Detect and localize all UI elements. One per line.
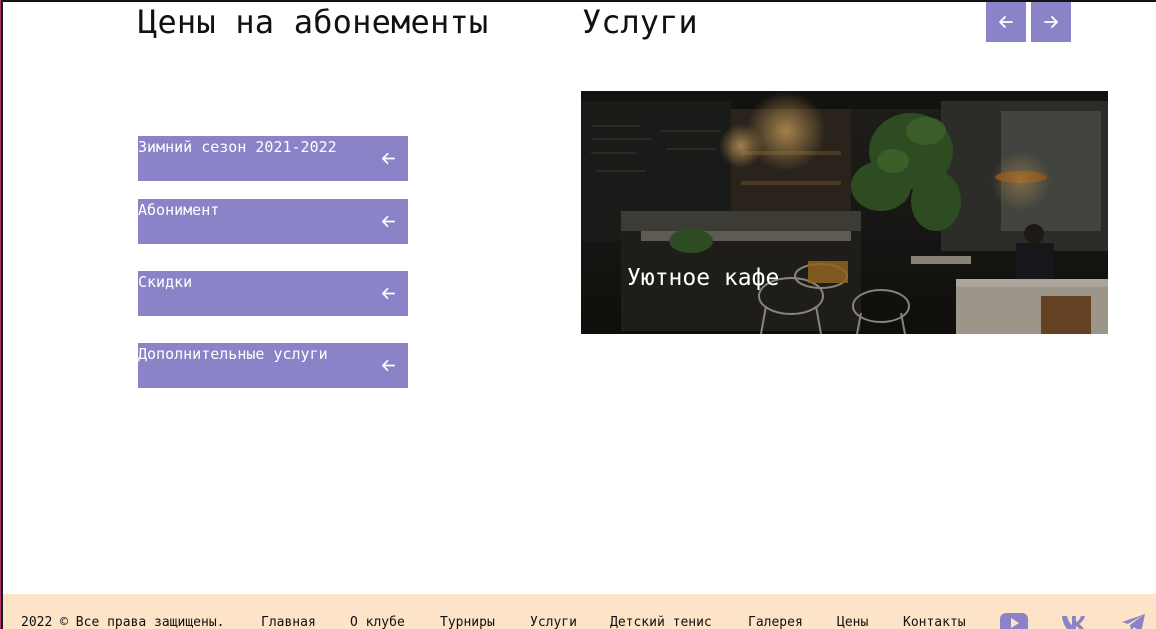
footer-link-about[interactable]: О клубе (350, 615, 405, 629)
footer-link-tournaments[interactable]: Турниры (440, 615, 495, 629)
price-item-winter-season[interactable]: Зимний сезон 2021-2022 (138, 136, 408, 181)
footer-link-gallery[interactable]: Галерея (748, 615, 803, 629)
footer-link-home[interactable]: Главная (261, 615, 316, 629)
copyright-text: 2022 © Все права защищены. (21, 615, 225, 629)
prices-heading: Цены на абонементы (138, 3, 489, 41)
price-item-label: Зимний сезон 2021-2022 (138, 138, 337, 156)
footer-link-prices[interactable]: Цены (837, 615, 868, 629)
youtube-icon[interactable] (999, 611, 1029, 629)
arrow-left-icon (382, 359, 395, 372)
slide-caption: Уютное кафе (627, 265, 780, 291)
footer: 2022 © Все права защищены. Главная О клу… (3, 594, 1156, 629)
telegram-icon[interactable] (1119, 611, 1149, 629)
cafe-photo (581, 91, 1108, 334)
arrow-left-icon (382, 215, 395, 228)
window-left-border (0, 0, 3, 629)
footer-link-contacts[interactable]: Контакты (903, 615, 966, 629)
window-top-border (0, 0, 1156, 2)
arrow-left-icon (382, 152, 395, 165)
arrow-right-icon (1044, 16, 1058, 28)
price-item-label: Дополнительные услуги (138, 345, 328, 363)
arrow-left-icon (999, 16, 1013, 28)
slider-prev-button[interactable] (986, 2, 1026, 42)
service-slide-cafe[interactable]: Уютное кафе (581, 91, 1108, 334)
price-item-label: Скидки (138, 273, 193, 291)
arrow-left-icon (382, 287, 395, 300)
footer-link-services[interactable]: Услуги (530, 615, 577, 629)
price-item-discounts[interactable]: Скидки (138, 271, 408, 316)
slider-next-button[interactable] (1031, 2, 1071, 42)
services-heading: Услуги (582, 3, 698, 41)
footer-link-kids-tennis[interactable]: Детский тенис (610, 615, 712, 629)
vk-icon[interactable] (1060, 611, 1090, 629)
price-item-extra-services[interactable]: Дополнительные услуги (138, 343, 408, 388)
price-item-subscription[interactable]: Абонимент (138, 199, 408, 244)
price-item-label: Абонимент (138, 201, 220, 219)
